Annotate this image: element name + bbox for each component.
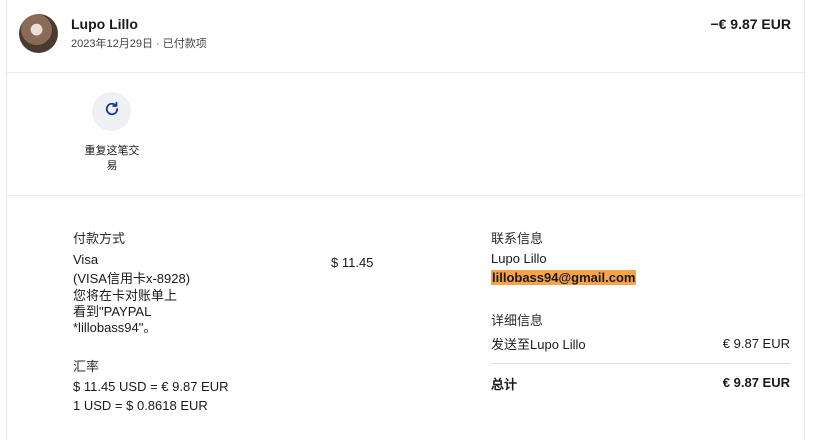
transaction-card xyxy=(6,0,805,440)
contact-info-heading: 联系信息 xyxy=(491,231,544,246)
refresh-icon xyxy=(103,100,121,123)
divider xyxy=(7,195,804,196)
details-heading: 详细信息 xyxy=(491,313,544,328)
contact-email-text[interactable]: lillobass94@gmail.com xyxy=(491,270,637,285)
payee-name: Lupo Lillo xyxy=(71,16,138,32)
total-label: 总计 xyxy=(491,377,518,392)
repeat-transaction-label[interactable]: 重复这笔交易 xyxy=(80,144,144,174)
exchange-rate-line2: 1 USD = $ 0.8618 EUR xyxy=(73,398,208,413)
contact-name: Lupo Lillo xyxy=(491,251,547,266)
repeat-transaction-button[interactable] xyxy=(92,92,131,131)
exchange-rate-heading: 汇率 xyxy=(73,359,100,374)
sent-amount: € 9.87 EUR xyxy=(722,336,790,351)
payment-method-heading: 付款方式 xyxy=(73,231,126,246)
details-divider xyxy=(491,363,790,364)
contact-email[interactable]: lillobass94@gmail.com xyxy=(491,270,637,285)
exchange-rate-line1: $ 11.45 USD = € 9.87 EUR xyxy=(73,379,229,394)
charged-amount: $ 11.45 xyxy=(331,255,374,270)
payment-method-name: Visa xyxy=(73,252,99,267)
statement-note-line3: *lillobass94"。 xyxy=(73,320,157,335)
sent-to-label: 发送至Lupo Lillo xyxy=(491,337,586,352)
divider xyxy=(7,72,804,73)
total-amount: € 9.87 EUR xyxy=(722,375,790,390)
avatar xyxy=(19,14,58,53)
transaction-amount: −€ 9.87 EUR xyxy=(710,16,791,32)
transaction-date-status: 2023年12月29日 · 已付款项 xyxy=(71,38,207,50)
